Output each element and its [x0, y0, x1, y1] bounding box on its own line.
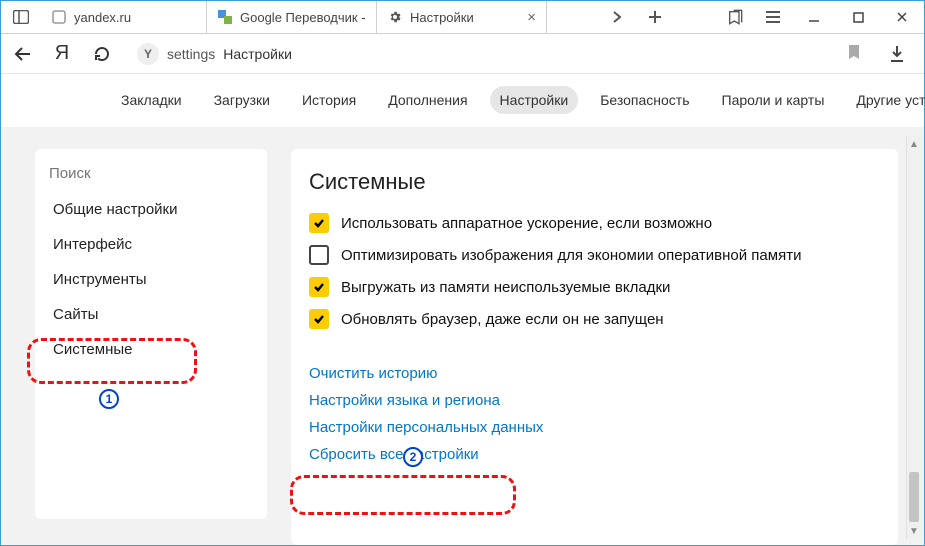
panel-title: Системные: [309, 169, 880, 195]
sidebar-item-sites[interactable]: Сайты: [35, 297, 267, 332]
tabbar-controls: [598, 1, 792, 33]
sidebar-item-interface[interactable]: Интерфейс: [35, 227, 267, 262]
scrollbar-thumb[interactable]: [909, 472, 919, 522]
option-unload-tabs[interactable]: Выгружать из памяти неиспользуемые вклад…: [309, 271, 880, 303]
close-window-button[interactable]: [880, 1, 924, 33]
tab-title: yandex.ru: [74, 10, 131, 25]
site-identity-icon: Y: [137, 43, 159, 65]
nav-settings[interactable]: Настройки: [490, 86, 579, 114]
option-auto-update[interactable]: Обновлять браузер, даже если он не запущ…: [309, 303, 880, 335]
checkbox-unchecked-icon[interactable]: [309, 245, 329, 265]
back-button[interactable]: [7, 39, 37, 69]
annotation-badge-1: 1: [99, 389, 119, 409]
address-input[interactable]: Y settings Настройки: [127, 39, 870, 69]
yandex-home-button[interactable]: Я: [47, 39, 77, 69]
address-page: Настройки: [223, 46, 292, 62]
sidebar-item-general[interactable]: Общие настройки: [35, 192, 267, 227]
bookmarks-icon[interactable]: [716, 9, 754, 25]
gear-icon: [387, 9, 403, 25]
content-area: Общие настройки Интерфейс Инструменты Са…: [1, 127, 924, 545]
checkbox-checked-icon[interactable]: [309, 277, 329, 297]
close-icon[interactable]: ×: [521, 9, 536, 26]
settings-top-nav: Закладки Загрузки История Дополнения Нас…: [1, 74, 924, 126]
address-bar: Я Y settings Настройки: [1, 34, 924, 74]
search-input[interactable]: [49, 165, 253, 182]
option-hw-accel[interactable]: Использовать аппаратное ускорение, если …: [309, 207, 880, 239]
sidebar-item-system[interactable]: Системные: [35, 332, 267, 367]
nav-bookmarks[interactable]: Закладки: [111, 86, 192, 114]
titlebar: yandex.ru Google Переводчик - Настройки …: [1, 1, 924, 34]
annotation-badge-2: 2: [403, 447, 423, 467]
checkbox-checked-icon[interactable]: [309, 309, 329, 329]
nav-addons[interactable]: Дополнения: [378, 86, 477, 114]
maximize-button[interactable]: [836, 1, 880, 33]
tab-scroll-right-icon[interactable]: [598, 11, 636, 23]
reload-button[interactable]: [87, 39, 117, 69]
nav-history[interactable]: История: [292, 86, 366, 114]
vertical-scrollbar[interactable]: ▲ ▼: [906, 136, 921, 539]
downloads-button[interactable]: [880, 45, 914, 63]
nav-security[interactable]: Безопасность: [590, 86, 699, 114]
nav-downloads[interactable]: Загрузки: [204, 86, 280, 114]
google-translate-favicon: [217, 9, 233, 25]
checkbox-checked-icon[interactable]: [309, 213, 329, 233]
option-label: Использовать аппаратное ускорение, если …: [341, 215, 712, 232]
link-clear-history[interactable]: Очистить историю: [309, 365, 437, 382]
link-personal-data[interactable]: Настройки персональных данных: [309, 419, 543, 436]
tab-title: Google Переводчик -: [240, 10, 366, 25]
menu-icon[interactable]: [754, 10, 792, 24]
window-controls: [792, 1, 924, 33]
option-optimize-images[interactable]: Оптимизировать изображения для экономии …: [309, 239, 880, 271]
new-tab-button[interactable]: [636, 10, 674, 24]
link-reset-all[interactable]: Сбросить все настройки: [309, 446, 479, 463]
tab-yandex[interactable]: yandex.ru: [41, 1, 207, 33]
option-label: Оптимизировать изображения для экономии …: [341, 247, 801, 264]
panels-toggle-icon[interactable]: [1, 1, 41, 33]
tab-settings[interactable]: Настройки ×: [377, 1, 547, 33]
scroll-down-icon[interactable]: ▼: [907, 523, 921, 539]
nav-passwords[interactable]: Пароли и карты: [712, 86, 835, 114]
link-lang-region[interactable]: Настройки языка и региона: [309, 392, 500, 409]
bookmark-icon[interactable]: [848, 44, 860, 63]
settings-panel: Системные Использовать аппаратное ускоре…: [291, 149, 898, 545]
sidebar-item-tools[interactable]: Инструменты: [35, 262, 267, 297]
option-label: Выгружать из памяти неиспользуемые вклад…: [341, 279, 670, 296]
minimize-button[interactable]: [792, 1, 836, 33]
page-favicon: [51, 9, 67, 25]
nav-devices[interactable]: Другие устройства: [846, 86, 925, 114]
scroll-up-icon[interactable]: ▲: [907, 136, 921, 152]
action-links: Очистить историю Настройки языка и регио…: [309, 365, 880, 463]
tab-title: Настройки: [410, 10, 474, 25]
tab-google-translate[interactable]: Google Переводчик -: [207, 1, 377, 33]
option-label: Обновлять браузер, даже если он не запущ…: [341, 311, 664, 328]
address-path: settings: [167, 46, 215, 62]
settings-sidebar: Общие настройки Интерфейс Инструменты Са…: [35, 149, 267, 519]
